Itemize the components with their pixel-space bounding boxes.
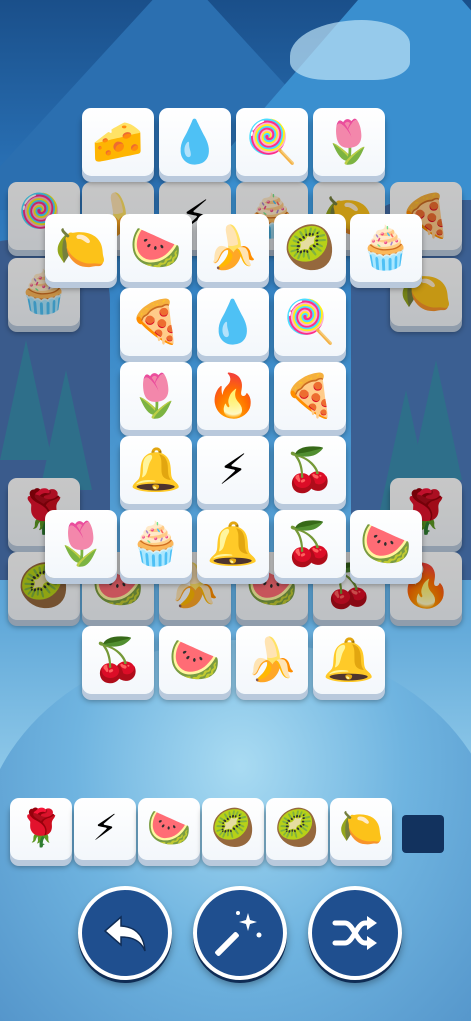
board-tile[interactable]: 💧 bbox=[197, 288, 269, 356]
tray-tile: 🌹 bbox=[10, 798, 72, 860]
board-tile[interactable]: 🌷 bbox=[120, 362, 192, 430]
board-tile[interactable]: 🧁 bbox=[350, 214, 422, 282]
tray-tile: 🍋 bbox=[330, 798, 392, 860]
tulip-icon: 🌷 bbox=[129, 371, 183, 420]
lightning-icon: ⚡ bbox=[218, 445, 248, 494]
shuffle-icon bbox=[332, 916, 377, 950]
board-tile[interactable]: 🍒 bbox=[274, 436, 346, 504]
banana-icon: 🍌 bbox=[245, 635, 299, 684]
banana-icon: 🍌 bbox=[206, 223, 260, 272]
board-tile[interactable]: 🍉 bbox=[120, 214, 192, 282]
cupcake-icon: 🧁 bbox=[129, 519, 183, 568]
board-tile[interactable]: 🍒 bbox=[274, 510, 346, 578]
board-tile[interactable]: 🍉 bbox=[350, 510, 422, 578]
board-tile[interactable]: 🔔 bbox=[120, 436, 192, 504]
board-tile[interactable]: 🌷 bbox=[45, 510, 117, 578]
watermelon-icon: 🍉 bbox=[359, 519, 413, 568]
board-tile[interactable]: 🔔 bbox=[313, 626, 385, 694]
tray-tile: 🥝 bbox=[266, 798, 328, 860]
pizza-icon: 🍕 bbox=[283, 371, 337, 420]
tulip-icon: 🌷 bbox=[322, 117, 376, 166]
pizza-icon: 🍕 bbox=[129, 297, 183, 346]
board-tile[interactable]: 🍒 bbox=[82, 626, 154, 694]
bell-icon: 🔔 bbox=[206, 519, 260, 568]
bell-icon: 🔔 bbox=[129, 445, 183, 494]
board-tile[interactable]: 🧁 bbox=[120, 510, 192, 578]
board-tile[interactable]: ⚡ bbox=[197, 436, 269, 504]
kiwi-icon: 🥝 bbox=[283, 223, 337, 272]
board-tile[interactable]: 🍌 bbox=[236, 626, 308, 694]
tulip-icon: 🌷 bbox=[54, 519, 108, 568]
watermelon-icon: 🍉 bbox=[146, 808, 192, 849]
cupcake-icon: 🧁 bbox=[359, 223, 413, 272]
water-drop-icon: 💧 bbox=[168, 117, 222, 166]
shuffle-button[interactable] bbox=[308, 886, 402, 980]
board-tile[interactable]: 💧 bbox=[159, 108, 231, 176]
lemon-icon: 🍋 bbox=[338, 808, 384, 849]
board-tile[interactable]: 🍕 bbox=[274, 362, 346, 430]
board-tile[interactable]: 🍉 bbox=[159, 626, 231, 694]
cherry-icon: 🍒 bbox=[283, 519, 337, 568]
popsicle-icon: 🍭 bbox=[283, 297, 337, 346]
board-tile[interactable]: 🍭 bbox=[274, 288, 346, 356]
kiwi-icon: 🥝 bbox=[274, 808, 320, 849]
lightning-icon: ⚡ bbox=[92, 808, 118, 849]
board-tile[interactable]: 🍕 bbox=[120, 288, 192, 356]
undo-arrow-icon bbox=[103, 915, 146, 952]
tray-empty-slot bbox=[402, 815, 444, 853]
board-tile[interactable]: 🍋 bbox=[45, 214, 117, 282]
rose-icon: 🌹 bbox=[18, 808, 64, 849]
board-tile[interactable]: 🔔 bbox=[197, 510, 269, 578]
watermelon-icon: 🍉 bbox=[168, 635, 222, 684]
board-tile[interactable]: 🌷 bbox=[313, 108, 385, 176]
water-drop-icon: 💧 bbox=[206, 297, 260, 346]
cherry-icon: 🍒 bbox=[283, 445, 337, 494]
lemon-icon: 🍋 bbox=[54, 223, 108, 272]
board-tile[interactable]: 🧀 bbox=[82, 108, 154, 176]
kiwi-icon: 🥝 bbox=[210, 808, 256, 849]
board-tile[interactable]: 🥝 bbox=[274, 214, 346, 282]
tray-tile: 🥝 bbox=[202, 798, 264, 860]
board-tile[interactable]: 🍭 bbox=[236, 108, 308, 176]
fire-icon: 🔥 bbox=[206, 371, 260, 420]
tray-tile: ⚡ bbox=[74, 798, 136, 860]
tray-tile: 🍉 bbox=[138, 798, 200, 860]
bell-icon: 🔔 bbox=[322, 635, 376, 684]
watermelon-icon: 🍉 bbox=[129, 223, 183, 272]
board-tile[interactable]: 🍌 bbox=[197, 214, 269, 282]
cherry-icon: 🍒 bbox=[91, 635, 145, 684]
cheese-icon: 🧀 bbox=[91, 117, 145, 166]
undo-button[interactable] bbox=[78, 886, 172, 980]
pine-tree bbox=[40, 370, 92, 490]
board-tile[interactable]: 🔥 bbox=[197, 362, 269, 430]
hint-button[interactable] bbox=[193, 886, 287, 980]
magic-wand-icon bbox=[215, 911, 262, 956]
popsicle-icon: 🍭 bbox=[245, 117, 299, 166]
